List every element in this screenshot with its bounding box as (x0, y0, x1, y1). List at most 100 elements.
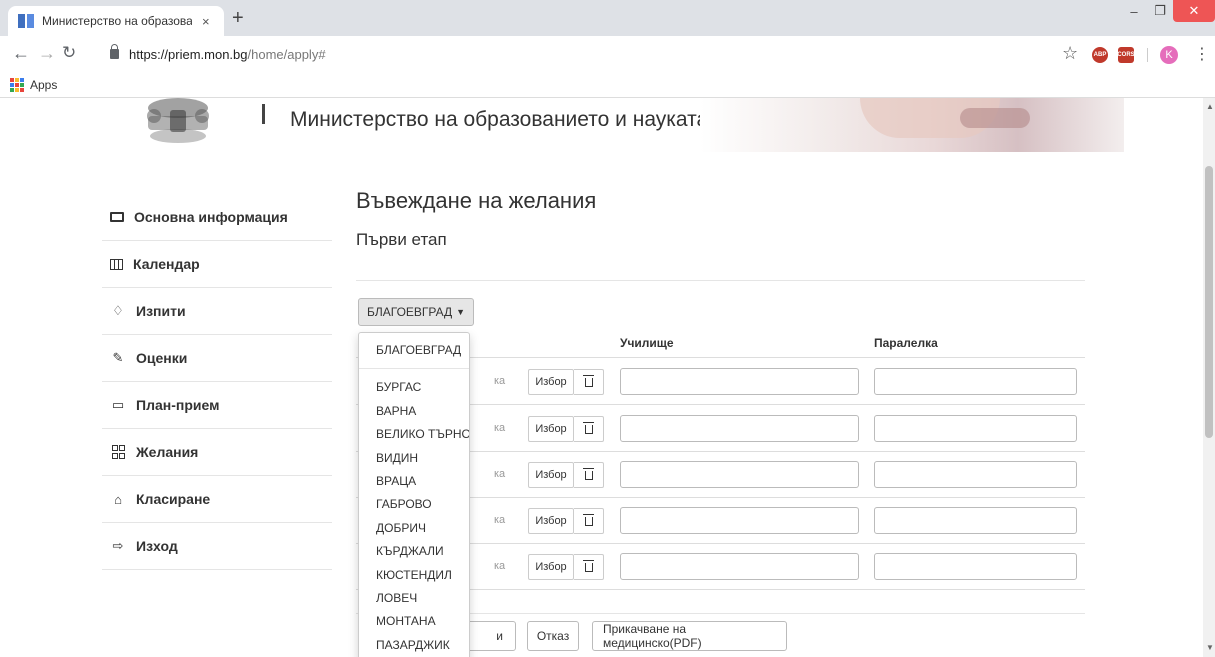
back-arrow-icon[interactable]: ← (12, 43, 30, 63)
stage-title: Първи етап (356, 230, 447, 249)
scrollbar-thumb[interactable] (1205, 166, 1213, 438)
calendar-icon (110, 258, 123, 270)
sidebar-item-calendar[interactable]: Календар (102, 241, 332, 288)
delete-button[interactable] (574, 554, 604, 580)
sidebar-item-exams[interactable]: ♢ Изпити (102, 288, 332, 335)
reload-icon[interactable]: ↻ (62, 43, 76, 63)
class-input[interactable] (874, 415, 1077, 442)
browser-tab[interactable]: Министерство на образованието × (8, 6, 224, 36)
tab-title: Министерство на образованието (42, 14, 192, 28)
window-close-button[interactable]: ✕ (1173, 0, 1215, 22)
browser-menu-icon[interactable]: ⋮ (1194, 44, 1210, 64)
ministry-title: Министерство на образованието и науката (290, 108, 709, 131)
school-input[interactable] (620, 415, 859, 442)
scroll-up-arrow-icon[interactable]: ▲ (1206, 102, 1214, 111)
page-title: Въвеждане на желания (356, 188, 597, 213)
main-content: Въвеждане на желания Първи етап БЛАГОЕВГ… (356, 188, 1086, 651)
window-maximize-button[interactable]: ❐ (1147, 0, 1173, 22)
city-option[interactable]: ВИДИН (359, 447, 469, 470)
class-input[interactable] (874, 461, 1077, 488)
save-button[interactable]: и (466, 621, 516, 651)
column-header-class: Паралелка (874, 336, 938, 350)
lock-icon (110, 44, 119, 59)
row-hint-text: ка (494, 422, 506, 434)
sidebar-item-grades[interactable]: ✎ Оценки (102, 335, 332, 382)
forward-arrow-icon[interactable]: → (38, 43, 56, 63)
city-option[interactable]: ПАЗАРДЖИК (359, 634, 469, 657)
cancel-button[interactable]: Отказ (527, 621, 579, 651)
choose-button[interactable]: Избор (528, 416, 574, 442)
sidebar-item-basic-info[interactable]: Основна информация (102, 194, 332, 241)
delete-button[interactable] (574, 508, 604, 534)
apps-grid-icon[interactable] (10, 77, 24, 92)
class-input[interactable] (874, 553, 1077, 580)
page-viewport: Министерство на образованието и науката … (0, 98, 1203, 657)
trash-icon (582, 374, 594, 387)
delete-button[interactable] (574, 369, 604, 395)
tab-close-icon[interactable]: × (202, 14, 210, 29)
city-option[interactable]: ЛОВЕЧ (359, 587, 469, 610)
profile-avatar[interactable]: K (1160, 46, 1178, 64)
coat-of-arms-icon (147, 98, 209, 143)
choose-button[interactable]: Избор (528, 369, 574, 395)
attach-medical-pdf-button[interactable]: Прикачване на медицинско(PDF) (592, 621, 787, 651)
row-hint-text: ка (494, 468, 506, 480)
site-header: Министерство на образованието и науката (0, 98, 1203, 154)
city-option[interactable]: КЪРДЖАЛИ (359, 540, 469, 563)
city-option[interactable]: МОНТАНА (359, 610, 469, 633)
sidebar-nav: Основна информация Календар ♢ Изпити ✎ О… (102, 194, 332, 570)
city-dropdown-value: БЛАГОЕВГРАД (367, 305, 453, 319)
city-dropdown-button[interactable]: БЛАГОЕВГРАД ▼ (358, 298, 475, 326)
delete-button[interactable] (574, 416, 604, 442)
tab-strip: Министерство на образованието × + – ❐ ✕ (0, 0, 1215, 36)
bell-icon: ♢ (112, 303, 124, 318)
delete-button[interactable] (574, 462, 604, 488)
adblock-extension-icon[interactable]: ABP (1092, 47, 1108, 63)
bookmarks-bar: Apps (0, 72, 1215, 98)
sidebar-item-wishes[interactable]: Желания (102, 429, 332, 476)
sidebar-item-label: Изход (136, 538, 178, 554)
class-input[interactable] (874, 507, 1077, 534)
school-input[interactable] (620, 368, 859, 395)
new-tab-button[interactable]: + (232, 8, 244, 28)
trash-icon (582, 421, 594, 434)
sidebar-item-label: Основна информация (134, 209, 288, 225)
sidebar-item-label: Желания (136, 444, 199, 460)
folder-open-icon: ▭ (111, 397, 125, 412)
window-minimize-button[interactable]: – (1121, 0, 1147, 22)
choose-button[interactable]: Избор (528, 462, 574, 488)
header-divider (262, 104, 265, 124)
school-input[interactable] (620, 553, 859, 580)
bookmark-star-icon[interactable]: ☆ (1062, 43, 1078, 64)
sidebar-item-logout[interactable]: ⇨ Изход (102, 523, 332, 570)
city-option[interactable]: ДОБРИЧ (359, 517, 469, 540)
sidebar-item-admission-plan[interactable]: ▭ План-прием (102, 382, 332, 429)
city-option[interactable]: ГАБРОВО (359, 493, 469, 516)
city-options-list: БУРГАСВАРНАВЕЛИКО ТЪРНОВОВИДИНВРАЦАГАБРО… (359, 376, 469, 657)
city-option[interactable]: ВАРНА (359, 400, 469, 423)
city-option[interactable]: ВЕЛИКО ТЪРНОВО (359, 423, 469, 446)
city-option[interactable]: БЛАГОЕВГРАД (359, 339, 469, 362)
vertical-scrollbar[interactable]: ▲ ▼ (1203, 98, 1215, 657)
school-input[interactable] (620, 507, 859, 534)
city-option[interactable]: ВРАЦА (359, 470, 469, 493)
column-header-school: Училище (620, 336, 674, 350)
choose-button[interactable]: Избор (528, 508, 574, 534)
row-hint-text: ка (494, 560, 506, 572)
choose-button[interactable]: Избор (528, 554, 574, 580)
city-option[interactable]: БУРГАС (359, 376, 469, 399)
sidebar-item-ranking[interactable]: ⌂ Класиране (102, 476, 332, 523)
class-input[interactable] (874, 368, 1077, 395)
cors-extension-icon[interactable]: CORS (1117, 47, 1135, 63)
sidebar-item-label: Класиране (136, 491, 211, 507)
row-hint-text: ка (494, 514, 506, 526)
school-input[interactable] (620, 461, 859, 488)
address-bar[interactable]: https://priem.mon.bg/home/apply# (110, 44, 650, 63)
edit-icon: ✎ (112, 350, 124, 365)
bookmark-apps[interactable]: Apps (30, 78, 57, 92)
browser-toolbar: ← → ↻ https://priem.mon.bg/home/apply# ☆… (0, 36, 1215, 72)
browser-chrome: Министерство на образованието × + – ❐ ✕ … (0, 0, 1215, 98)
url-host: https://priem.mon.bg (129, 46, 248, 62)
scroll-down-arrow-icon[interactable]: ▼ (1206, 643, 1214, 652)
city-option[interactable]: КЮСТЕНДИЛ (359, 564, 469, 587)
